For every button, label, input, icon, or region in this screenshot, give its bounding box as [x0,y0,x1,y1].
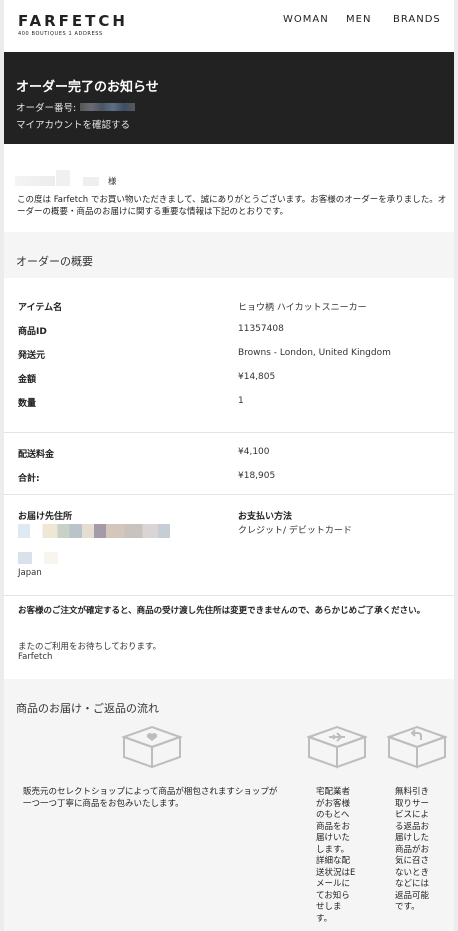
thank-you-message: この度は Farfetch でお買い物いただきまして、誠にありがとうございます。… [17,195,447,217]
page-title: オーダー完了のお知らせ [16,80,159,95]
flow-step-1-text: 販売元のセレクトショップによって商品が梱包されますショップが一つ一つ丁寧に商品を… [23,787,278,809]
signature: Farfetch [18,652,53,662]
payment-method-value: クレジット/ デビットカード [238,526,352,536]
price-value: ¥14,805 [238,372,276,382]
total-value: ¥18,905 [238,471,276,481]
shipping-fee-value: ¥4,100 [238,447,270,457]
closing-message: またのご利用をお待ちしております。 [18,642,162,652]
address-change-notice: お客様のご注文が確定すると、商品の受け渡し先住所は変更できませんので、あらかじめ… [18,606,426,616]
flow-title: 商品のお届け・ご返品の流れ [16,702,159,715]
payment-method-label: お支払い方法 [238,512,293,522]
my-account-link[interactable]: マイアカウントを確認する [16,117,130,131]
quantity-label: 数量 [18,399,37,409]
order-number-label: オーダー番号: [16,103,77,114]
price-label: 金額 [18,375,37,385]
order-complete-banner: オーダー完了のお知らせ オーダー番号: マイアカウントを確認する [4,52,454,144]
divider [4,494,454,495]
shipping-fee-label: 配送料金 [18,450,55,460]
divider [4,595,454,596]
nav-brands[interactable]: BRANDS [393,14,441,25]
product-id-value: 11357408 [238,324,284,334]
order-summary-card: アイテム名 ヒョウ柄 ハイカットスニーカー 商品ID 11357408 発送元 … [4,280,454,677]
total-label: 合計: [18,474,40,484]
plane-box-icon [306,725,368,769]
nav-woman[interactable]: WOMAN [283,14,329,25]
flow-step-3-text: 無料引き取りサービスによる返品お届けした商品がお気に召さないときなどには返品可能… [395,787,430,912]
divider [4,432,454,433]
redacted-name-block-2 [83,177,99,186]
summary-title: オーダーの概要 [16,255,93,268]
redacted-address-line2 [18,552,58,564]
redacted-address [18,524,170,538]
quantity-value: 1 [238,396,244,406]
email-container: FARFETCH 400 BOUTIQUES 1 ADDRESS WOMAN M… [4,0,454,931]
item-name-value: ヒョウ柄 ハイカットスニーカー [238,303,367,313]
farfetch-logo[interactable]: FARFETCH [18,12,128,30]
return-box-icon [386,725,448,769]
redacted-order-number [80,103,135,111]
heart-box-icon [121,725,183,769]
item-name-label: アイテム名 [18,303,63,313]
ship-from-label: 発送元 [18,351,46,361]
flow-step-2-text: 宅配業者がお客様のもとへ商品をお届けいたします。詳細な配送状況はEメールにてお知… [316,787,356,924]
honorific: 様 [108,177,117,187]
redacted-name-block [56,170,70,186]
greeting-section: 様 この度は Farfetch でお買い物いただきまして、誠にありがとうございま… [4,150,454,230]
summary-header: オーダーの概要 [4,232,454,278]
redacted-name [15,176,55,186]
ship-from-value: Browns - London, United Kingdom [238,348,391,358]
product-id-label: 商品ID [18,327,47,337]
delivery-address-label: お届け先住所 [18,512,73,522]
nav-men[interactable]: MEN [346,14,371,25]
country: Japan [18,568,42,578]
logo-tagline: 400 BOUTIQUES 1 ADDRESS [18,31,103,37]
top-header: FARFETCH 400 BOUTIQUES 1 ADDRESS WOMAN M… [4,0,454,50]
